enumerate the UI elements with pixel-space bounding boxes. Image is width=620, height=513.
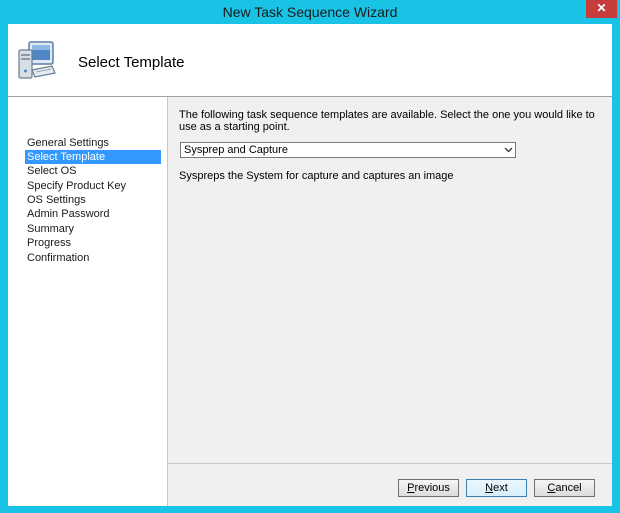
next-button-mnemonic: N <box>485 482 494 494</box>
previous-button[interactable]: Previous <box>398 479 459 497</box>
nav-item-progress[interactable]: Progress <box>25 236 161 250</box>
nav-item-specify-product-key[interactable]: Specify Product Key <box>25 179 161 193</box>
next-button-label: ext <box>493 482 508 494</box>
template-dropdown-value: Sysprep and Capture <box>184 144 288 156</box>
nav-item-summary[interactable]: Summary <box>25 222 161 236</box>
instructions-text: The following task sequence templates ar… <box>179 109 595 133</box>
close-button[interactable]: ✕ <box>586 0 617 18</box>
computer-icon <box>18 41 56 79</box>
page-title: Select Template <box>78 54 185 71</box>
nav-item-admin-password[interactable]: Admin Password <box>25 207 161 221</box>
nav-item-general-settings[interactable]: General Settings <box>25 136 161 150</box>
wizard-client-area: Select Template General Settings Select … <box>8 24 612 506</box>
template-dropdown[interactable]: Sysprep and Capture <box>180 142 516 158</box>
cancel-button[interactable]: Cancel <box>534 479 595 497</box>
wizard-content: The following task sequence templates ar… <box>168 97 612 463</box>
previous-button-label: revious <box>414 482 450 494</box>
wizard-step-list: General Settings Select Template Select … <box>8 97 168 506</box>
chevron-down-icon <box>504 147 513 153</box>
wizard-footer: Previous Next Cancel <box>168 463 612 506</box>
title-bar: New Task Sequence Wizard ✕ <box>0 0 620 24</box>
window-title: New Task Sequence Wizard <box>222 4 398 20</box>
close-icon: ✕ <box>596 1 607 15</box>
nav-item-confirmation[interactable]: Confirmation <box>25 251 161 265</box>
nav-item-select-os[interactable]: Select OS <box>25 164 161 178</box>
nav-item-os-settings[interactable]: OS Settings <box>25 193 161 207</box>
wizard-header: Select Template <box>8 24 612 97</box>
template-description: Syspreps the System for capture and capt… <box>179 170 454 182</box>
nav-item-select-template[interactable]: Select Template <box>25 150 161 164</box>
next-button[interactable]: Next <box>466 479 527 497</box>
cancel-button-label: ancel <box>555 482 582 494</box>
